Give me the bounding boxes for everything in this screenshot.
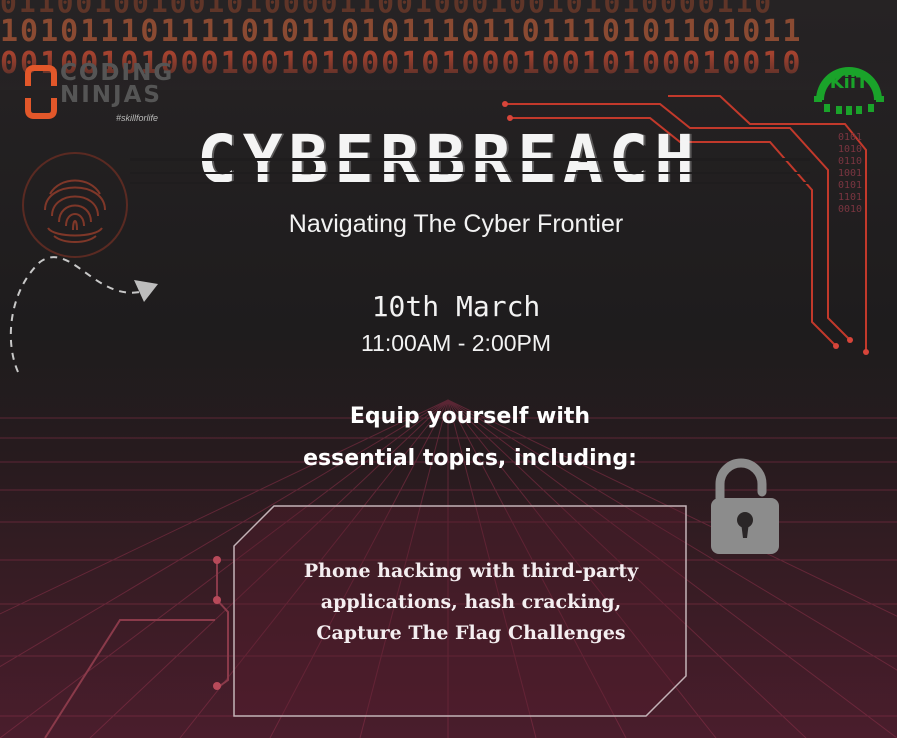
topic-line: Capture The Flag Challenges <box>316 622 626 644</box>
padlock-icon <box>711 458 779 554</box>
event-date: 10th March <box>371 290 541 323</box>
kiit-logo: KiiT <box>814 67 884 115</box>
kiit-wordmark: KiiT <box>830 72 869 93</box>
topics-heading-line1: Equip yourself with <box>349 404 591 429</box>
coding-ninjas-logo: CODING NINJAS #skillforlife <box>24 58 179 128</box>
topic-line: applications, hash cracking, <box>320 591 622 613</box>
event-poster: 0110010010010100001100100010010101000011… <box>0 0 897 738</box>
event-subtitle: Navigating The Cyber Frontier <box>288 210 624 238</box>
event-time: 11:00AM - 2:00PM <box>360 330 552 356</box>
topic-line: Phone hacking with third-party <box>303 560 639 582</box>
coding-ninjas-mark-icon <box>25 65 57 119</box>
event-title: CYBERBREACH <box>196 121 701 198</box>
coding-ninjas-wordmark: CODING NINJAS <box>60 60 175 108</box>
